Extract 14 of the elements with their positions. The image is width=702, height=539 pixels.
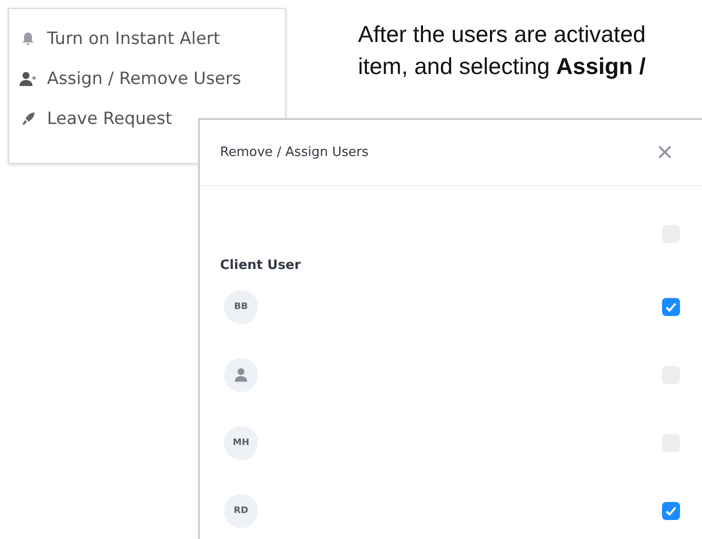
menu-item[interactable]: Leave Request — [19, 103, 275, 135]
user-checkbox[interactable] — [662, 502, 680, 520]
user-add-icon — [19, 71, 37, 87]
section-heading: Client User — [220, 258, 302, 273]
user-avatar: MH — [224, 426, 258, 460]
menu-item[interactable]: Turn on Instant Alert — [19, 23, 275, 55]
user-avatar — [224, 358, 258, 392]
user-avatar: BB — [224, 290, 258, 324]
dialog-title: Remove / Assign Users — [220, 145, 368, 160]
menu-item[interactable]: Assign / Remove Users — [19, 63, 275, 95]
instruction-text: After the users are activated item, and selecting Assign / — [358, 20, 646, 81]
user-avatar: RD — [224, 494, 258, 528]
rocket-icon — [19, 111, 37, 127]
user-checkbox[interactable] — [662, 298, 680, 316]
